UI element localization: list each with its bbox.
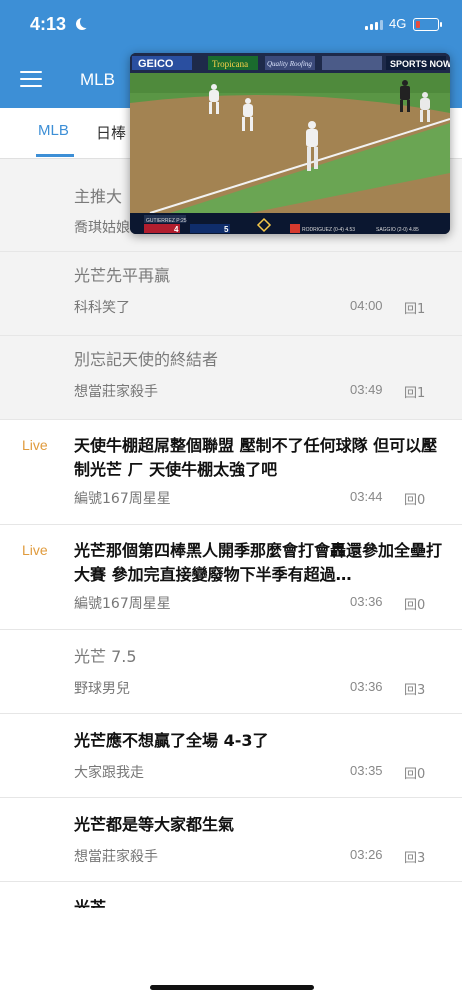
network-type: 4G (389, 16, 407, 31)
post-author: 科科笑了 (74, 300, 130, 316)
batter-right: RODRIGUEZ (0-4) 4.53 (302, 227, 355, 233)
list-item[interactable]: 光芒都是等大家都生氣 想當莊家殺手 03:26 回3 (0, 798, 462, 882)
reply-count: 回3 (404, 683, 426, 698)
post-title: 光芒應不想贏了全場 4-3了 (74, 731, 269, 750)
page-title: MLB (80, 70, 115, 89)
batter-left: GUTIERREZ P:25 (146, 218, 187, 224)
home-indicator[interactable] (150, 985, 314, 990)
post-title: 光芒先平再贏 (74, 266, 171, 285)
post-author: 編號167周星星 (74, 596, 171, 612)
ad-quality: Quality Roofing (267, 60, 312, 68)
post-time: 03:26 (350, 847, 383, 862)
network-logo: SPORTS NOW (390, 59, 450, 69)
post-author: 野球男兒 (74, 681, 130, 697)
hamburger-menu-icon[interactable] (20, 71, 42, 87)
live-badge: Live (22, 437, 48, 453)
list-item[interactable]: 別忘記天使的終結者 想當莊家殺手 03:49 回1 (0, 336, 462, 420)
post-author: 想當莊家殺手 (74, 849, 158, 865)
reply-count: 回1 (404, 302, 426, 317)
reply-count: 回3 (404, 851, 426, 866)
post-time: 04:00 (350, 298, 383, 313)
post-title: 光芒那個第四棒黑人開季那麼會打會轟還參加全壘打大賽 參加完直接變廢物下半季有超過… (74, 541, 443, 584)
video-player[interactable]: GEICO Tropicana Quality Roofing SPORTS N… (130, 53, 450, 234)
tab-npb[interactable]: 日棒 (96, 122, 126, 143)
list-item[interactable]: 光芒 7.5 野球男兒 03:36 回3 (0, 630, 462, 714)
post-author: 大家跟我走 (74, 765, 144, 781)
post-author: 編號167周星星 (74, 491, 171, 507)
reply-count: 回0 (404, 493, 426, 508)
reply-count: 回0 (404, 598, 426, 613)
list-item[interactable]: Live 光芒那個第四棒黑人開季那麼會打會轟還參加全壘打大賽 參加完直接變廢物下… (0, 525, 462, 630)
signal-icon (365, 20, 383, 30)
reply-count: 回1 (404, 386, 426, 401)
ad-tropicana: Tropicana (212, 59, 248, 69)
post-time: 03:35 (350, 763, 383, 778)
post-author: 想當莊家殺手 (74, 384, 158, 400)
post-author: 喬琪姑娘 (74, 220, 130, 236)
list-item[interactable]: 光芒先平再贏 科科笑了 04:00 回1 (0, 252, 462, 336)
battery-icon (413, 18, 442, 31)
ad-geico: GEICO (138, 58, 174, 70)
post-title: 光芒都是等大家都生氣 (74, 815, 235, 834)
tab-mlb[interactable]: MLB (38, 122, 69, 139)
post-time: 03:49 (350, 382, 383, 397)
score-home: 5 (224, 225, 229, 234)
score-away: 4 (174, 225, 179, 234)
post-time: 03:44 (350, 489, 383, 504)
reply-count: 回0 (404, 767, 426, 782)
moon-icon (80, 16, 92, 28)
status-time: 4:13 (30, 14, 67, 34)
post-time: 03:36 (350, 679, 383, 694)
post-time: 03:36 (350, 594, 383, 609)
pitcher-right: SAGGIO (2-0) 4.85 (376, 227, 419, 233)
post-title: 別忘記天使的終結者 (74, 350, 219, 369)
post-list: 主推大 喬琪姑娘 光芒先平再贏 科科笑了 04:00 回1 別忘記天使的終結者 … (0, 159, 462, 912)
post-title: 天使牛棚超屌整個聯盟 壓制不了任何球隊 但可以壓制光芒 ㄏ 天使牛棚太強了吧 (74, 436, 438, 479)
list-item[interactable]: 光芒應不想贏了全場 4-3了 大家跟我走 03:35 回0 (0, 714, 462, 798)
active-tab-indicator (36, 154, 74, 157)
post-title: 光芒 7.5 (74, 647, 137, 666)
live-badge: Live (22, 542, 48, 558)
list-item[interactable]: Live 天使牛棚超屌整個聯盟 壓制不了任何球隊 但可以壓制光芒 ㄏ 天使牛棚太… (0, 420, 462, 525)
